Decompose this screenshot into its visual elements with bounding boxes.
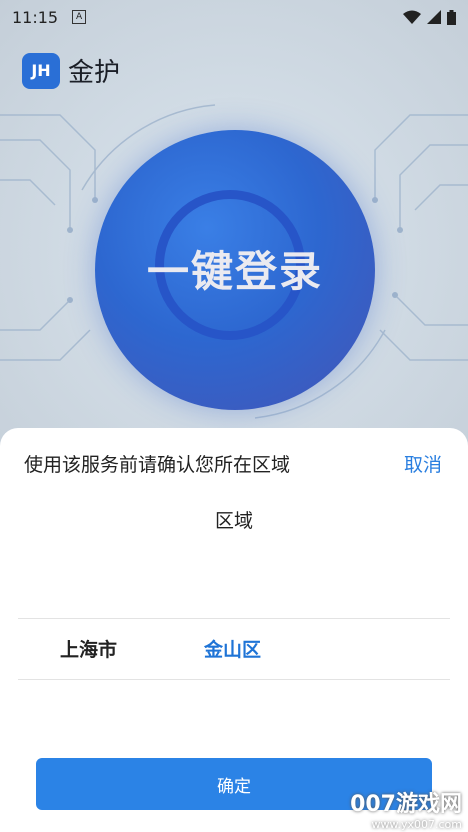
status-bar: 11:15 A xyxy=(0,0,468,34)
sheet-title: 使用该服务前请确认您所在区域 xyxy=(24,454,291,476)
login-label: 一键登录 xyxy=(146,247,323,296)
app-name: 金护 xyxy=(68,58,121,88)
status-time: 11:15 xyxy=(12,7,59,27)
wifi-icon xyxy=(403,10,421,24)
notification-icon: A xyxy=(72,10,87,24)
app-logo: JH xyxy=(22,52,60,89)
app-header: JH 金护 xyxy=(22,52,120,89)
watermark-brand: 007游戏网 xyxy=(350,792,462,817)
cancel-button[interactable]: 取消 xyxy=(404,450,442,477)
picker-divider-bottom xyxy=(18,679,450,680)
watermark-url: www.yx007.com xyxy=(371,818,462,831)
region-header: 区域 xyxy=(214,510,253,532)
region-picker-row[interactable]: 上海市 金山区 xyxy=(18,619,450,679)
signal-icon xyxy=(427,10,441,24)
battery-icon xyxy=(447,9,456,25)
city-option[interactable]: 上海市 xyxy=(60,635,117,662)
region-confirm-sheet: 使用该服务前请确认您所在区域 取消 区域 上海市 金山区 确定 xyxy=(0,428,468,832)
district-option[interactable]: 金山区 xyxy=(204,635,261,662)
watermark: 007游戏网 www.yx007.com xyxy=(350,786,462,831)
